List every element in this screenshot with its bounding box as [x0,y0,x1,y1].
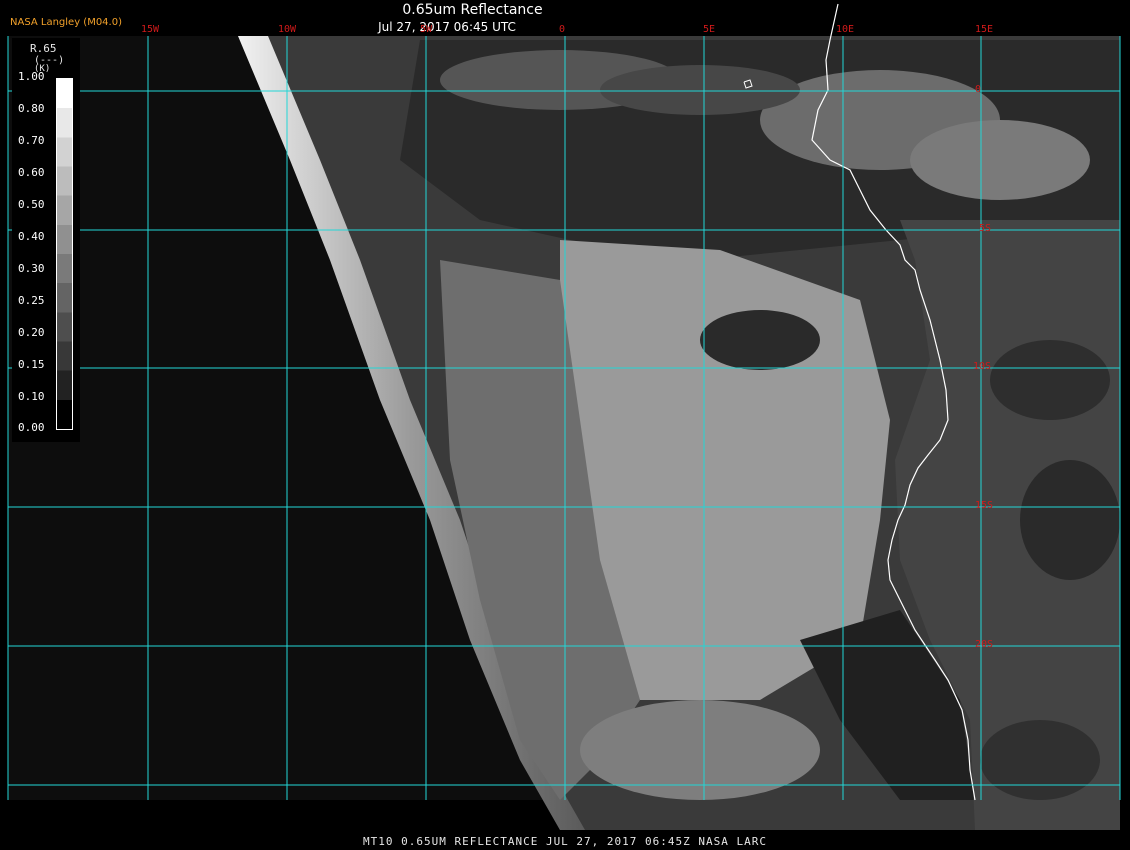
lat-label: 5S [979,223,992,234]
lat-lon-grid [7,36,1121,800]
legend-tick: 0.70 [18,134,45,147]
lon-label: 5W [420,24,433,35]
legend-tick: 0.00 [18,421,45,434]
lat-label: 20S [975,639,994,650]
lon-label: 0 [559,24,566,35]
legend-tick: 0.80 [18,102,45,115]
legend-tick: 1.00 [18,70,45,83]
lat-label: 10S [973,361,992,372]
legend-tick: 0.30 [18,262,45,275]
lon-label: 15E [975,24,994,35]
legend-tick: 0.25 [18,294,45,307]
legend-tick: 0.60 [18,166,45,179]
timestamp: Jul 27, 2017 06:45 UTC [378,20,516,34]
legend-tick: 0.15 [18,358,45,371]
legend-title: R.65 [30,42,57,55]
lat-label: 0 [975,84,982,95]
footer-caption: MT10 0.65UM REFLECTANCE JUL 27, 2017 06:… [363,835,767,848]
lon-label: 5E [703,24,716,35]
legend-tick: 0.20 [18,326,45,339]
lon-label: 10E [836,24,855,35]
legend-tick: 0.40 [18,230,45,243]
legend-colorbar [56,78,73,430]
lon-label: 15W [141,24,160,35]
lat-label: 15S [975,500,994,511]
legend-tick: 0.50 [18,198,45,211]
lon-label: 10W [278,24,297,35]
legend-tick: 0.10 [18,390,45,403]
page-title: 0.65um Reflectance [402,2,543,18]
